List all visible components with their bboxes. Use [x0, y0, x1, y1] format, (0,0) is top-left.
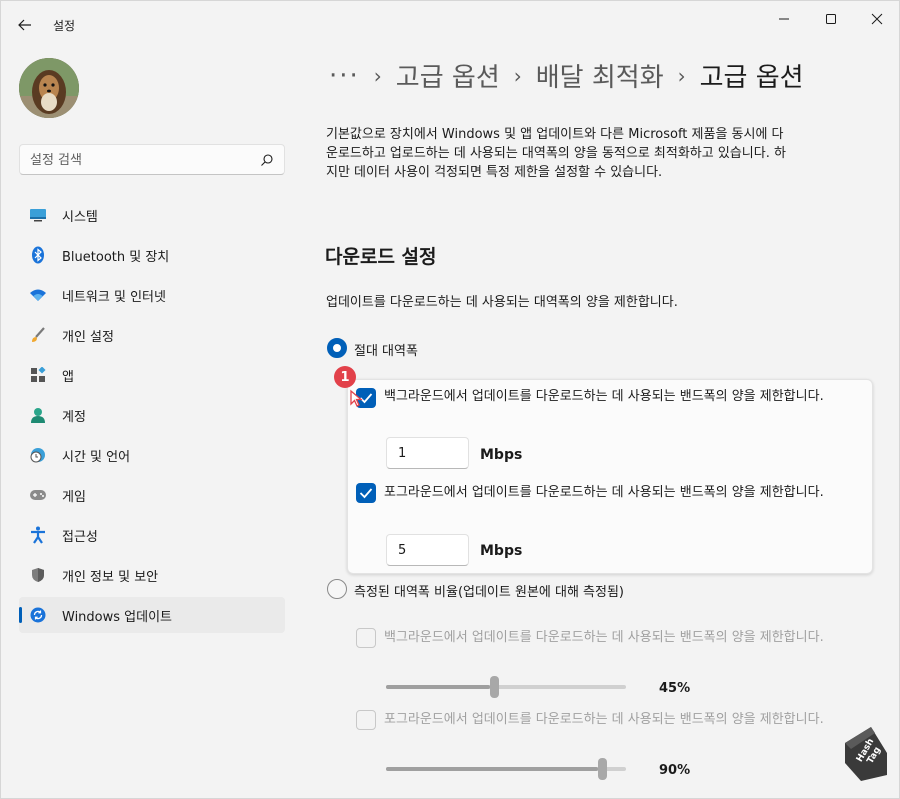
foreground-limit-input[interactable] [386, 534, 469, 566]
search-input[interactable] [30, 145, 250, 175]
absolute-bandwidth-radio[interactable] [327, 338, 347, 358]
sidebar-item-privacy-security[interactable]: 개인 정보 및 보안 [19, 557, 285, 593]
sidebar-item-accessibility[interactable]: 접근성 [19, 517, 285, 553]
sidebar-item-label: 개인 설정 [62, 329, 114, 345]
clock-globe-icon [29, 447, 47, 463]
shield-icon [29, 567, 47, 583]
sidebar-item-label: 개인 정보 및 보안 [62, 569, 159, 585]
sidebar-item-label: 접근성 [62, 529, 98, 545]
page-title: 고급 옵션 [699, 63, 804, 93]
minimize-icon [779, 18, 789, 20]
sidebar-nav: 시스템 Bluetooth 및 장치 네트워크 및 인터넷 개인 설정 앱 계정… [19, 197, 285, 637]
checkmark-icon [359, 488, 373, 499]
intro-text: 기본값으로 장치에서 Windows 및 앱 업데이트와 다른 Microsof… [326, 127, 786, 180]
dog-photo-icon [19, 58, 79, 118]
foreground-percent-value: 90% [659, 763, 691, 778]
background-percent-checkbox[interactable] [356, 628, 376, 648]
step-badge: 1 [334, 366, 356, 388]
back-button[interactable] [13, 13, 37, 37]
active-indicator [19, 607, 22, 623]
sidebar-item-personalization[interactable]: 개인 설정 [19, 317, 285, 353]
settings-window: 설정 설정 검색 시스템 Bluetooth 및 장치 네트워크 및 인터넷 개… [0, 0, 900, 799]
search-icon[interactable] [260, 153, 274, 167]
section-description: 업데이트를 다운로드하는 데 사용되는 대역폭의 양을 제한합니다. [326, 295, 678, 310]
search-box[interactable] [19, 144, 285, 175]
foreground-percent-checkbox[interactable] [356, 710, 376, 730]
foreground-limit-checkbox[interactable] [356, 483, 376, 503]
foreground-percent-label: 포그라운드에서 업데이트를 다운로드하는 데 사용되는 밴드폭의 양을 제한합니… [384, 712, 824, 727]
section-title-download-settings: 다운로드 설정 [325, 246, 437, 268]
close-button[interactable] [854, 7, 900, 31]
background-percent-label: 백그라운드에서 업데이트를 다운로드하는 데 사용되는 밴드폭의 양을 제한합니… [384, 630, 824, 645]
sidebar-item-accounts[interactable]: 계정 [19, 397, 285, 433]
chevron-right-icon: › [513, 63, 522, 88]
windows-update-icon [29, 607, 47, 623]
sidebar-item-system[interactable]: 시스템 [19, 197, 285, 233]
sidebar-item-label: 게임 [62, 489, 86, 505]
foreground-limit-unit: Mbps [480, 543, 523, 559]
accessibility-icon [29, 526, 47, 544]
wifi-icon [29, 287, 47, 303]
background-percent-slider[interactable] [386, 676, 626, 698]
breadcrumb-overflow-button[interactable]: ··· [329, 61, 360, 91]
chevron-right-icon: › [373, 63, 382, 88]
breadcrumb-item-delivery-optimization[interactable]: 배달 최적화 [536, 57, 664, 94]
paintbrush-icon [29, 327, 47, 343]
sidebar-item-label: Bluetooth 및 장치 [62, 249, 170, 265]
mouse-pointer-icon [350, 389, 363, 407]
sidebar-item-time-language[interactable]: 시간 및 언어 [19, 437, 285, 473]
app-title: 설정 [53, 19, 76, 33]
background-limit-input[interactable] [386, 437, 469, 469]
background-limit-label: 백그라운드에서 업데이트를 다운로드하는 데 사용되는 밴드폭의 양을 제한합니… [384, 389, 824, 404]
bluetooth-icon [29, 246, 47, 264]
slider-fill [386, 685, 490, 689]
close-icon [871, 13, 883, 25]
absolute-bandwidth-label: 절대 대역폭 [354, 344, 418, 359]
sidebar-item-label: 계정 [62, 409, 86, 425]
foreground-percent-slider[interactable] [386, 758, 626, 780]
sidebar-item-label: 네트워크 및 인터넷 [62, 289, 166, 305]
measured-bandwidth-radio[interactable] [327, 579, 347, 599]
maximize-button[interactable] [808, 7, 854, 31]
maximize-icon [826, 14, 836, 24]
measured-bandwidth-label: 측정된 대역폭 비율(업데이트 원본에 대해 측정됨) [354, 585, 625, 600]
sidebar-item-label: Windows 업데이트 [62, 609, 173, 625]
foreground-limit-label: 포그라운드에서 업데이트를 다운로드하는 데 사용되는 밴드폭의 양을 제한합니… [384, 485, 824, 500]
sidebar-item-label: 앱 [62, 369, 74, 385]
breadcrumb-item-advanced-options[interactable]: 고급 옵션 [396, 57, 500, 94]
slider-thumb[interactable] [598, 758, 607, 780]
background-percent-value: 45% [659, 681, 691, 696]
background-limit-unit: Mbps [480, 447, 523, 463]
sidebar-item-apps[interactable]: 앱 [19, 357, 285, 393]
sidebar-item-label: 시간 및 언어 [62, 449, 131, 465]
sidebar-item-windows-update[interactable]: Windows 업데이트 [19, 597, 285, 633]
account-icon [29, 407, 47, 423]
system-display-icon [29, 207, 47, 223]
sidebar-item-bluetooth[interactable]: Bluetooth 및 장치 [19, 237, 285, 273]
back-arrow-icon [18, 19, 31, 31]
breadcrumb: ··· › 고급 옵션 › 배달 최적화 › 고급 옵션 [329, 57, 804, 94]
title-bar: 설정 [1, 1, 900, 47]
sidebar-item-gaming[interactable]: 게임 [19, 477, 285, 513]
sidebar-item-label: 시스템 [62, 209, 98, 225]
user-avatar[interactable] [19, 58, 79, 118]
chevron-right-icon: › [677, 63, 686, 88]
gamepad-icon [29, 487, 47, 503]
slider-thumb[interactable] [490, 676, 499, 698]
minimize-button[interactable] [761, 7, 807, 31]
slider-fill [386, 767, 598, 771]
apps-icon [29, 367, 47, 383]
sidebar-item-network[interactable]: 네트워크 및 인터넷 [19, 277, 285, 313]
